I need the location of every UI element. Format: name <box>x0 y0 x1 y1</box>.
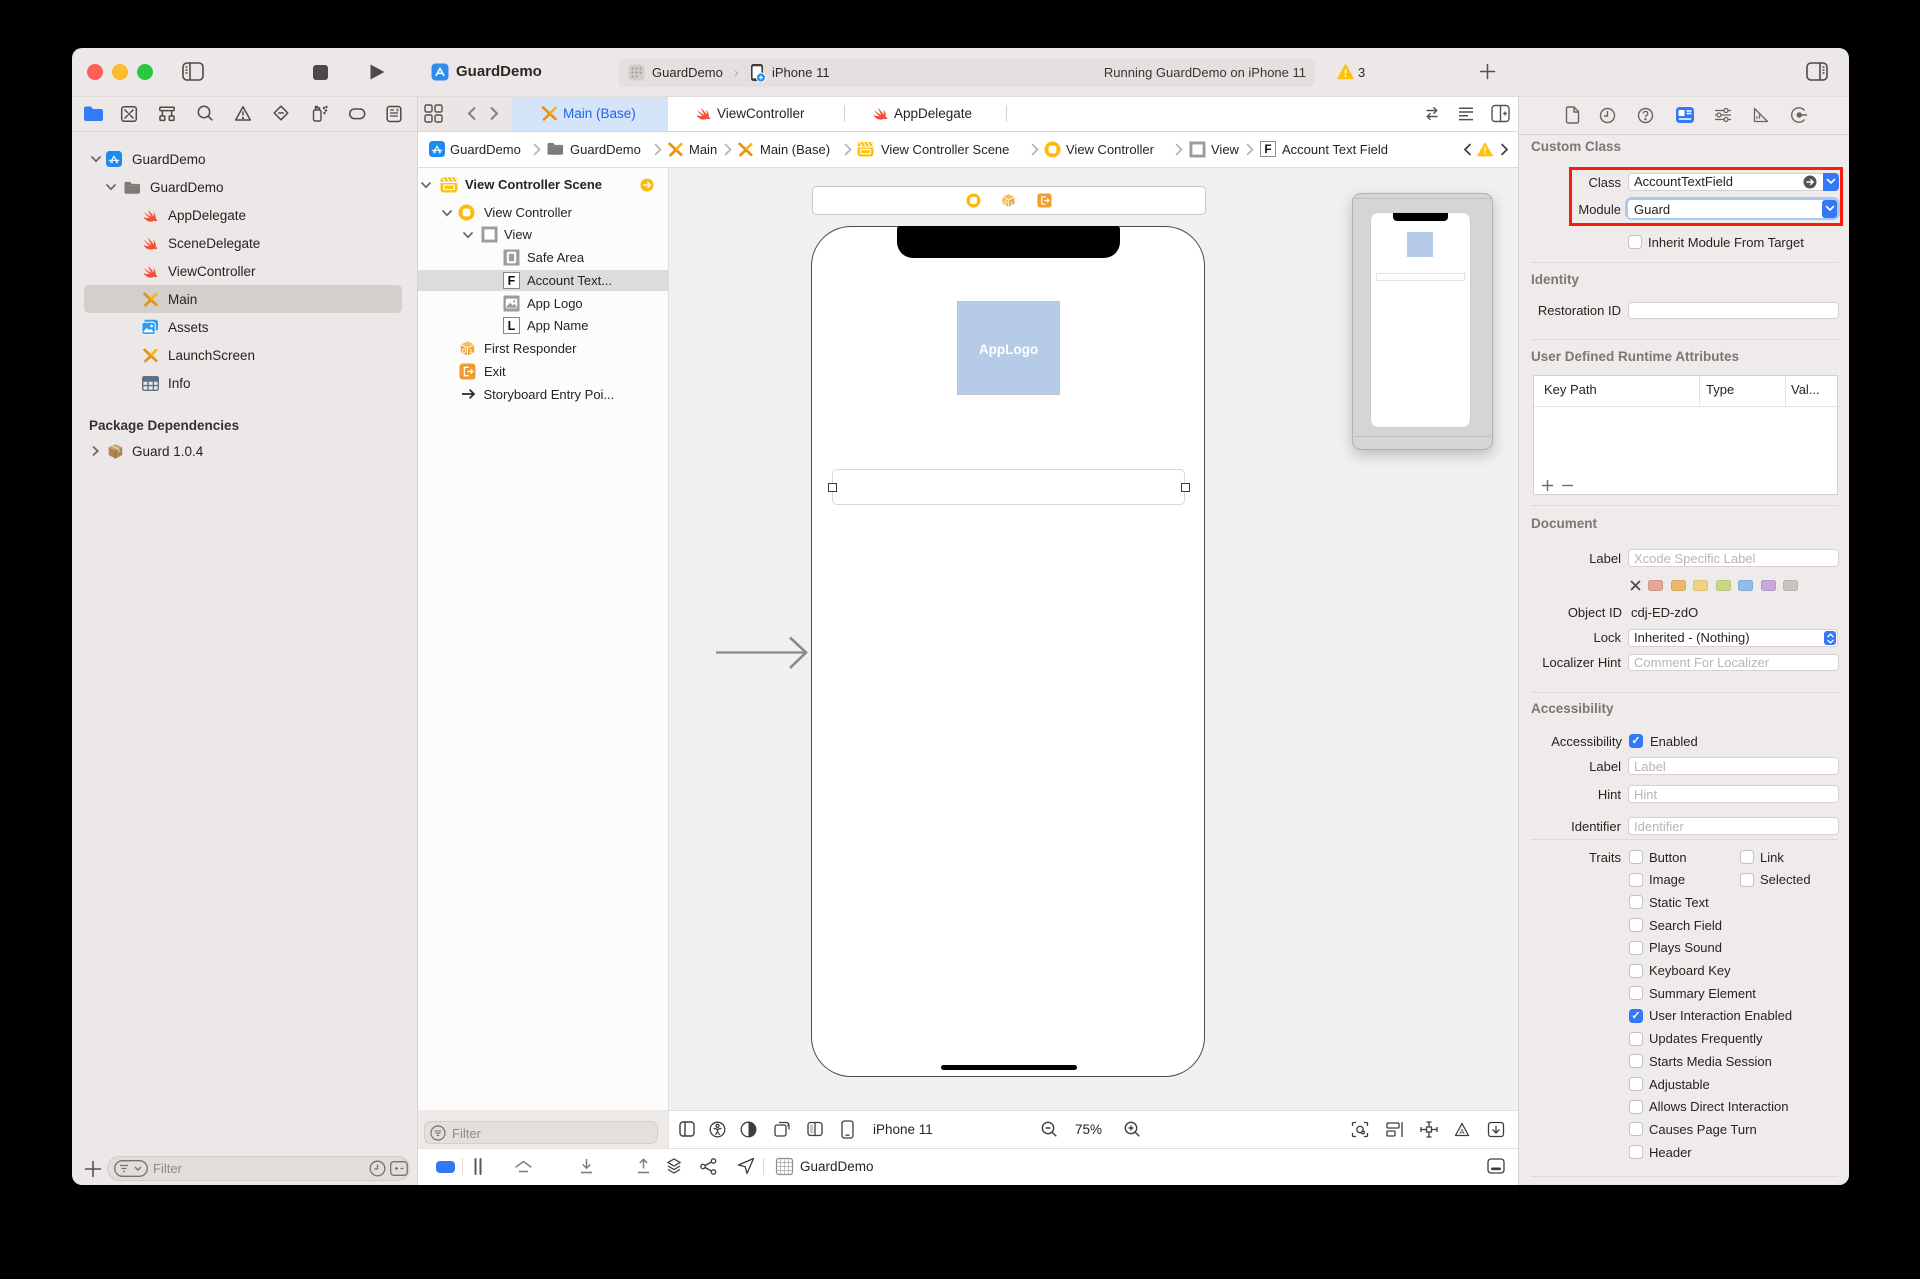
svg-text:A: A <box>1459 1127 1464 1136</box>
